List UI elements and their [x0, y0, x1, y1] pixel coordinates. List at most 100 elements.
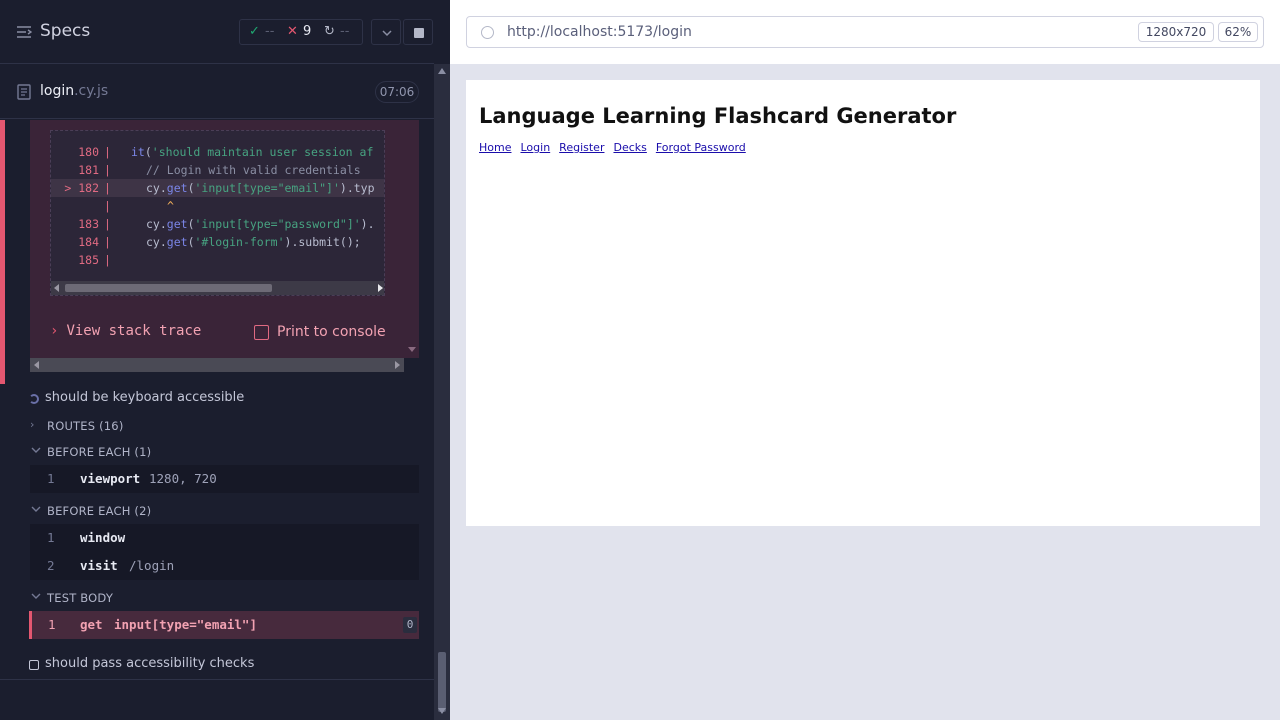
code-line: | ^	[51, 197, 384, 215]
scroll-left-icon[interactable]	[54, 284, 59, 292]
code-gutter-bar: |	[104, 199, 111, 213]
chevron-down-icon	[382, 30, 392, 37]
test-title: should be keyboard accessible	[45, 390, 245, 405]
code-line: 185 |	[51, 251, 384, 269]
command-name: window	[80, 530, 126, 545]
stop-button[interactable]	[403, 19, 433, 45]
code-line-number: 184	[78, 235, 99, 249]
nav-link-decks[interactable]: Decks	[613, 141, 646, 154]
command-row[interactable]: 2 visit /login	[30, 552, 419, 580]
terminal-icon	[254, 325, 269, 340]
code-line: 184 | cy.get('#login-form').submit();	[51, 233, 384, 251]
pending-icon: ↻	[324, 24, 335, 39]
section-label: TEST BODY	[47, 591, 114, 605]
url-bar[interactable]: http://localhost:5173/login 1280x720 62%	[466, 16, 1264, 48]
app-nav: Home Login Register Decks Forgot Password	[479, 141, 755, 154]
scroll-thumb[interactable]	[65, 284, 272, 292]
before-each-1-header[interactable]: BEFORE EACH (1)	[28, 442, 408, 462]
nav-link-forgot-password[interactable]: Forgot Password	[656, 141, 746, 154]
view-stack-trace-label: View stack trace	[66, 323, 202, 339]
command-number: 2	[47, 558, 55, 573]
code-line: 181 | // Login with valid credentials	[51, 161, 384, 179]
nav-link-home[interactable]: Home	[479, 141, 511, 154]
reporter-panel: Specs ✓ -- ✕ 9 ↻ -- login.cy.js 07:06 18…	[0, 0, 450, 720]
viewport-size-badge[interactable]: 1280x720	[1138, 22, 1214, 42]
error-panel-hscroll[interactable]	[30, 358, 404, 372]
code-line-number: 181	[78, 163, 99, 177]
command-name: get	[80, 617, 103, 632]
section-label: BEFORE EACH (1)	[47, 445, 152, 459]
code-line-number: 180	[78, 145, 99, 159]
code-gutter-bar: |	[104, 145, 111, 159]
app-under-test-panel: http://localhost:5173/login 1280x720 62%…	[450, 0, 1280, 720]
code-gutter-bar: |	[104, 181, 111, 195]
code-line: 180 | it('should maintain user session af	[51, 143, 384, 161]
code-line-number: 183	[78, 217, 99, 231]
chevron-down-icon	[31, 593, 41, 599]
specs-title[interactable]: Specs	[40, 21, 90, 41]
spec-file-bar: login.cy.js 07:06	[0, 65, 434, 119]
code-source: cy.get('input[type="password"]').	[146, 217, 375, 231]
toggle-auto-scroll-button[interactable]	[371, 19, 401, 45]
pending-checkbox-icon	[29, 660, 39, 670]
app-page-title: Language Learning Flashcard Generator	[479, 104, 957, 128]
scroll-up-icon[interactable]	[438, 68, 446, 74]
specs-menu-icon[interactable]	[16, 24, 32, 40]
scroll-down-icon[interactable]	[438, 708, 446, 714]
failed-count: 9	[303, 24, 312, 39]
element-count-badge: 0	[403, 617, 417, 633]
command-message: /login	[129, 558, 175, 573]
spec-file-name[interactable]: login.cy.js	[40, 83, 108, 99]
chevron-right-icon: ›	[30, 418, 35, 431]
scroll-right-icon[interactable]	[378, 284, 383, 292]
scroll-thumb[interactable]	[438, 652, 446, 712]
command-number: 1	[48, 617, 56, 632]
command-number: 1	[47, 471, 55, 486]
command-row[interactable]: 1 window	[30, 524, 419, 552]
test-item-accessibility-checks[interactable]: should pass accessibility checks	[28, 654, 408, 676]
code-gutter-bar: |	[104, 217, 111, 231]
reporter-scrollbar[interactable]	[434, 64, 450, 720]
command-row-failed[interactable]: 1 get input[type="email"] 0	[29, 611, 419, 639]
code-frame-scrollbar[interactable]	[51, 281, 384, 295]
spec-file-basename: login	[40, 83, 75, 99]
view-stack-trace-link[interactable]: › View stack trace	[50, 323, 201, 339]
document-icon	[17, 84, 31, 100]
globe-icon	[481, 26, 494, 39]
test-body-header[interactable]: TEST BODY	[28, 588, 408, 608]
code-source: ^	[167, 199, 174, 213]
failed-icon: ✕	[287, 24, 298, 39]
code-source: // Login with valid credentials	[146, 163, 361, 177]
pending-count: --	[340, 24, 350, 39]
command-name: visit	[80, 558, 118, 573]
stop-icon	[414, 28, 424, 38]
code-gutter-bar: |	[104, 163, 111, 177]
code-gutter-bar: |	[104, 253, 111, 267]
error-panel-vscroll[interactable]	[404, 120, 419, 372]
code-line-number: 185	[78, 253, 99, 267]
before-each-2-header[interactable]: BEFORE EACH (2)	[28, 501, 408, 521]
code-source: cy.get('#login-form').submit();	[146, 235, 361, 249]
nav-link-login[interactable]: Login	[520, 141, 550, 154]
code-gutter-bar: |	[104, 235, 111, 249]
scroll-right-icon[interactable]	[395, 361, 400, 369]
routes-section-header[interactable]: › ROUTES (16)	[28, 416, 408, 436]
run-stats: ✓ -- ✕ 9 ↻ --	[239, 19, 363, 45]
nav-link-register[interactable]: Register	[559, 141, 604, 154]
section-label: ROUTES (16)	[47, 419, 124, 433]
code-source: cy.get('input[type="email"]').typ	[146, 181, 375, 195]
scroll-left-icon[interactable]	[34, 361, 39, 369]
chevron-right-icon: ›	[50, 323, 59, 339]
code-line: 183 | cy.get('input[type="password"]').	[51, 215, 384, 233]
zoom-level-badge: 62%	[1218, 22, 1258, 42]
scroll-down-icon[interactable]	[408, 347, 416, 352]
print-to-console-label: Print to console	[277, 324, 386, 340]
command-row[interactable]: 1 viewport 1280, 720	[30, 465, 419, 493]
section-label: BEFORE EACH (2)	[47, 504, 152, 518]
code-line-number: > 182	[64, 181, 99, 195]
run-duration-badge: 07:06	[375, 81, 419, 103]
test-item-keyboard-accessible[interactable]: should be keyboard accessible	[28, 388, 408, 410]
divider	[0, 679, 434, 680]
test-title: should pass accessibility checks	[45, 656, 255, 671]
code-frame: 180 | it('should maintain user session af 1…	[50, 130, 385, 296]
